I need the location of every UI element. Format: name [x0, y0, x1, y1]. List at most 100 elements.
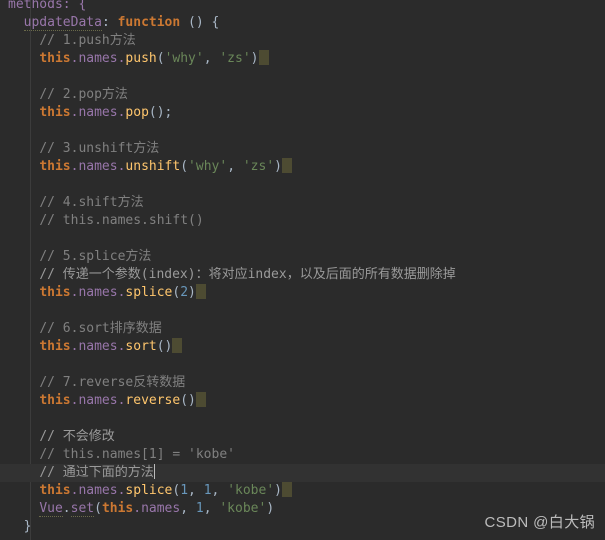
call-parens: ()	[156, 339, 173, 354]
comment-splice: // 5.splice方法	[39, 249, 152, 264]
string-kobe: 'kobe'	[219, 501, 267, 516]
comment-shift: // 4.shift方法	[39, 195, 144, 210]
names-property: .names.	[70, 159, 126, 174]
text-caret	[153, 464, 155, 479]
comma-token: ,	[227, 159, 243, 174]
paren-close: )	[274, 483, 282, 498]
this-keyword: this	[39, 483, 71, 498]
vue-set-method: set	[70, 501, 95, 517]
code-line[interactable]: // 3.unshift方法	[0, 140, 605, 158]
this-keyword: this	[39, 51, 71, 66]
comment-splice-description: // 传递一个参数(index)：将对应index，以及后面的所有数据删除掉	[39, 267, 456, 282]
splice-method: splice	[125, 483, 173, 498]
selection-marker	[195, 284, 206, 299]
code-line[interactable]: // this.names[1] = 'kobe'	[0, 446, 605, 464]
code-line[interactable]: // 1.push方法	[0, 32, 605, 50]
call-parens: ()	[180, 393, 196, 408]
code-line-blank[interactable]	[0, 176, 605, 194]
paren-open: (	[180, 159, 189, 174]
code-line-blank[interactable]	[0, 122, 605, 140]
code-line-blank[interactable]	[0, 410, 605, 428]
comma-token: ,	[188, 483, 204, 498]
code-line[interactable]: this.names.push('why', 'zs')	[0, 50, 605, 68]
paren-close: )	[266, 501, 275, 516]
string-why: 'why'	[188, 159, 228, 174]
code-line[interactable]: this.names.pop();	[0, 104, 605, 122]
code-content[interactable]: methods: { updateData: function () { // …	[0, 0, 605, 536]
comma-token: ,	[203, 501, 220, 516]
code-line-blank[interactable]	[0, 230, 605, 248]
paren-open: (	[94, 501, 102, 516]
comma-token: ,	[203, 51, 220, 66]
string-why: 'why'	[164, 51, 204, 66]
pop-method: pop	[125, 105, 149, 120]
names-property: .names.	[70, 483, 126, 498]
colon-token: :	[101, 15, 118, 30]
names-property: .names	[133, 501, 181, 516]
comment-reverse: // 7.reverse反转数据	[39, 375, 186, 390]
code-line[interactable]: Vue.set(this.names, 1, 'kobe')	[0, 500, 605, 518]
number-delete-count: 1	[203, 483, 212, 498]
code-line[interactable]: // 6.sort排序数据	[0, 320, 605, 338]
code-line[interactable]: // 2.pop方法	[0, 86, 605, 104]
code-line[interactable]: // 不会修改	[0, 428, 605, 446]
push-method: push	[125, 51, 157, 66]
string-zs: 'zs'	[242, 159, 275, 174]
paren-close: )	[188, 285, 196, 300]
names-property: .names.	[70, 339, 126, 354]
sort-method: sort	[125, 339, 157, 354]
names-property: .names.	[70, 393, 126, 408]
code-line-blank[interactable]	[0, 302, 605, 320]
number-two: 2	[180, 285, 189, 300]
function-params-token: () {	[180, 15, 220, 30]
code-editor[interactable]: methods: { updateData: function () { // …	[0, 0, 605, 540]
this-keyword: this	[101, 501, 134, 516]
code-line[interactable]: updateData: function () {	[0, 14, 605, 32]
selection-marker	[172, 338, 183, 353]
code-line[interactable]: // 5.splice方法	[0, 248, 605, 266]
names-property: .names.	[70, 51, 126, 66]
code-line-active[interactable]: // 通过下面的方法	[0, 464, 605, 482]
code-line[interactable]: this.names.unshift('why', 'zs')	[0, 158, 605, 176]
paren-close: )	[250, 51, 259, 66]
update-data-declaration: updateData	[23, 15, 102, 31]
code-line[interactable]: }	[0, 518, 605, 536]
this-keyword: this	[39, 393, 71, 408]
code-line[interactable]: this.names.splice(1, 1, 'kobe')	[0, 482, 605, 500]
selection-marker	[281, 482, 292, 497]
code-line[interactable]: this.names.splice(2)	[0, 284, 605, 302]
splice-method: splice	[125, 285, 173, 300]
comma-token: ,	[211, 483, 228, 498]
paren-close: )	[274, 159, 282, 174]
code-line[interactable]: // 传递一个参数(index)：将对应index，以及后面的所有数据删除掉	[0, 266, 605, 284]
code-line-blank[interactable]	[0, 68, 605, 86]
comment-push: // 1.push方法	[39, 33, 136, 48]
vue-global: Vue	[39, 501, 63, 517]
code-line[interactable]: // this.names.shift()	[0, 212, 605, 230]
code-line[interactable]: methods: {	[0, 0, 605, 14]
code-line-blank[interactable]	[0, 356, 605, 374]
number-start-index: 1	[180, 483, 189, 498]
this-keyword: this	[39, 285, 71, 300]
methods-key: methods: {	[8, 0, 87, 12]
closing-brace: }	[23, 519, 32, 534]
string-zs: 'zs'	[219, 51, 251, 66]
unshift-method: unshift	[125, 159, 181, 174]
selection-marker	[195, 392, 206, 407]
paren-open: (	[156, 51, 165, 66]
string-kobe: 'kobe'	[227, 483, 275, 498]
code-line[interactable]: // 4.shift方法	[0, 194, 605, 212]
code-line[interactable]: // 7.reverse反转数据	[0, 374, 605, 392]
function-keyword: function	[117, 15, 181, 30]
code-line[interactable]: this.names.sort()	[0, 338, 605, 356]
comma-token: ,	[180, 501, 196, 516]
dot-token: .	[62, 501, 71, 516]
comment-no-change: // 不会修改	[39, 429, 115, 444]
comment-pop: // 2.pop方法	[39, 87, 128, 102]
code-line[interactable]: this.names.reverse()	[0, 392, 605, 410]
selection-marker	[281, 158, 292, 173]
reverse-method: reverse	[125, 393, 181, 408]
call-terminator: ();	[148, 105, 173, 120]
this-keyword: this	[39, 105, 71, 120]
comment-use-method-below: // 通过下面的方法	[39, 465, 154, 480]
